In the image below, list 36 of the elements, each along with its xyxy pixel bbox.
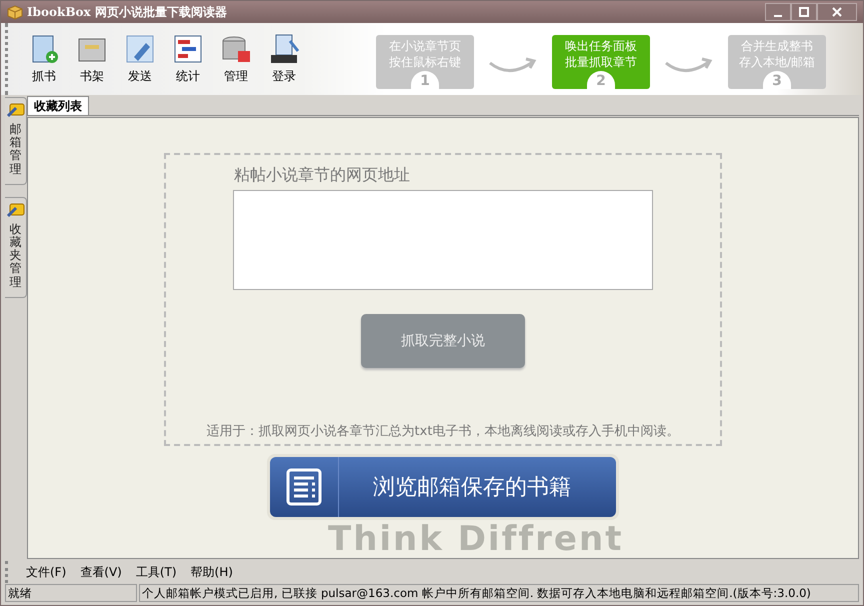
toolbar-button[interactable]: 抓书 (22, 33, 66, 95)
menu-item[interactable]: 帮助(H) (186, 564, 237, 580)
slogan-text: Think Diffrent (328, 522, 624, 556)
step-card: 在小说章节页 按住鼠标右键 1 (376, 35, 474, 89)
maximize-button[interactable] (791, 3, 817, 21)
toolbar-button[interactable]: 书架 (70, 33, 114, 95)
window-title: IbookBox 网页小说批量下载阅读器 (27, 4, 227, 20)
minimize-button[interactable] (765, 3, 791, 21)
tag-icon (124, 33, 156, 65)
side-tab[interactable]: 邮箱管理 (5, 97, 27, 185)
document-icon (284, 467, 324, 507)
section-heading: 粘帖小说章节的网页地址 (234, 165, 410, 186)
url-field[interactable] (233, 190, 653, 290)
close-button[interactable] (817, 3, 857, 21)
close-icon (832, 7, 842, 17)
toolbar-button[interactable]: 登录 (262, 33, 306, 95)
menu-item[interactable]: 文件(F) (22, 564, 70, 580)
tab[interactable]: 收藏列表 (27, 96, 89, 115)
step-card: 唤出任务面板 批量抓取章节 2 (552, 35, 650, 89)
status-text: 就绪 (5, 584, 137, 602)
menu-item[interactable]: 工具(T) (132, 564, 181, 580)
box-icon (7, 4, 23, 20)
toolbar-button[interactable]: 发送 (118, 33, 162, 95)
browse-books-button[interactable]: 浏览邮箱保存的书籍 (270, 457, 616, 517)
status-text: 个人邮箱帐户模式已启用, 已联接 pulsar@163.com 帐户中所有邮箱空间. 数据可存入本地电脑和远程邮箱空间.(版本号:3.0.0) (139, 584, 859, 602)
pencil-folder-icon (6, 200, 24, 219)
usage-note: 适用于：抓取网页小说各章节汇总为txt电子书，本地离线阅读或存入手机中阅读。 (206, 423, 680, 440)
minimize-icon (774, 15, 782, 17)
pencil-folder-icon (6, 101, 24, 119)
maximize-icon (799, 7, 809, 17)
chart-icon (172, 33, 204, 65)
menu-item[interactable]: 查看(V) (76, 564, 126, 580)
toolbar-button[interactable]: 管理 (214, 33, 258, 95)
toolbar-button[interactable]: 统计 (166, 33, 210, 95)
side-tab[interactable]: 收藏夹管理 (5, 196, 27, 298)
step-card: 合并生成整书 存入本地/邮箱 3 (728, 35, 826, 89)
